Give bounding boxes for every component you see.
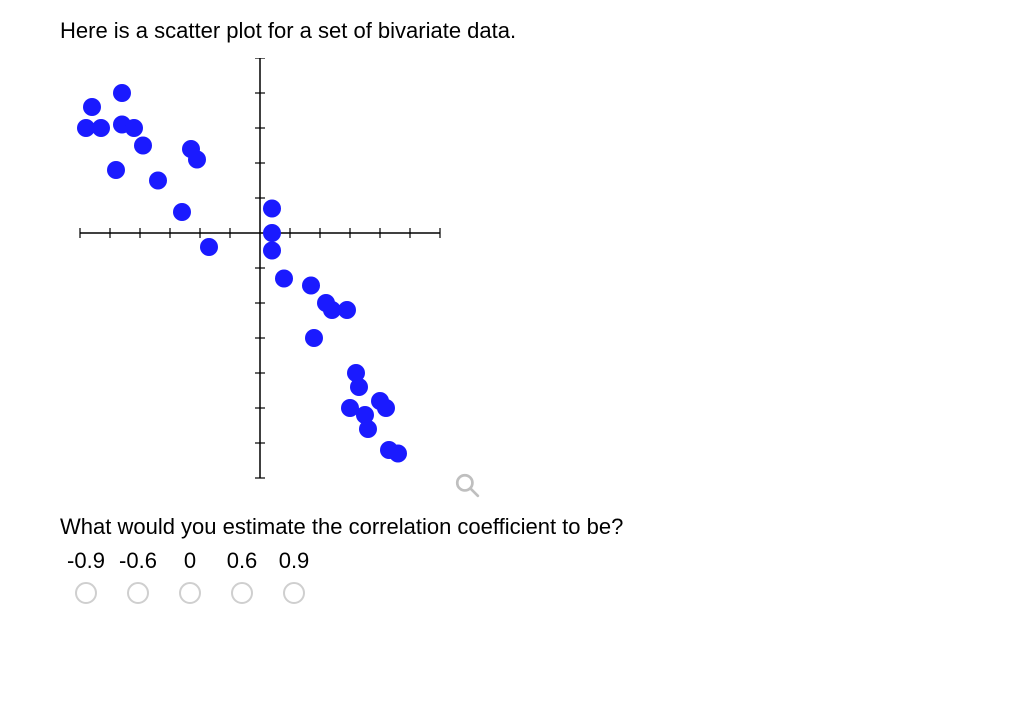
radio-button[interactable] [283, 582, 305, 604]
data-point [338, 301, 356, 319]
data-point [263, 224, 281, 242]
data-point [188, 151, 206, 169]
magnifier-icon[interactable] [454, 472, 480, 498]
option-label: -0.9 [67, 546, 105, 576]
data-point [92, 119, 110, 137]
data-point [275, 270, 293, 288]
radio-button[interactable] [179, 582, 201, 604]
option-3: 0.6 [216, 546, 268, 604]
data-point [305, 329, 323, 347]
scatter-chart [60, 58, 460, 498]
data-point [134, 137, 152, 155]
option-label: 0 [184, 546, 196, 576]
data-point [173, 203, 191, 221]
data-point [302, 277, 320, 295]
data-point [83, 98, 101, 116]
option-4: 0.9 [268, 546, 320, 604]
data-point [263, 200, 281, 218]
option-1: -0.6 [112, 546, 164, 604]
radio-button[interactable] [231, 582, 253, 604]
data-point [113, 84, 131, 102]
data-point [200, 238, 218, 256]
option-label: -0.6 [119, 546, 157, 576]
option-2: 0 [164, 546, 216, 604]
data-point [125, 119, 143, 137]
radio-button[interactable] [75, 582, 97, 604]
intro-text: Here is a scatter plot for a set of biva… [60, 18, 960, 44]
scatter-svg [60, 58, 460, 498]
data-point [377, 399, 395, 417]
option-0: -0.9 [60, 546, 112, 604]
data-point [359, 420, 377, 438]
data-point [107, 161, 125, 179]
data-point [149, 172, 167, 190]
data-point [389, 445, 407, 463]
question-text: What would you estimate the correlation … [60, 514, 960, 540]
option-label: 0.9 [279, 546, 310, 576]
options-row: -0.9 -0.6 0 0.6 0.9 [60, 546, 960, 604]
radio-button[interactable] [127, 582, 149, 604]
data-point [350, 378, 368, 396]
option-label: 0.6 [227, 546, 258, 576]
data-point [263, 242, 281, 260]
